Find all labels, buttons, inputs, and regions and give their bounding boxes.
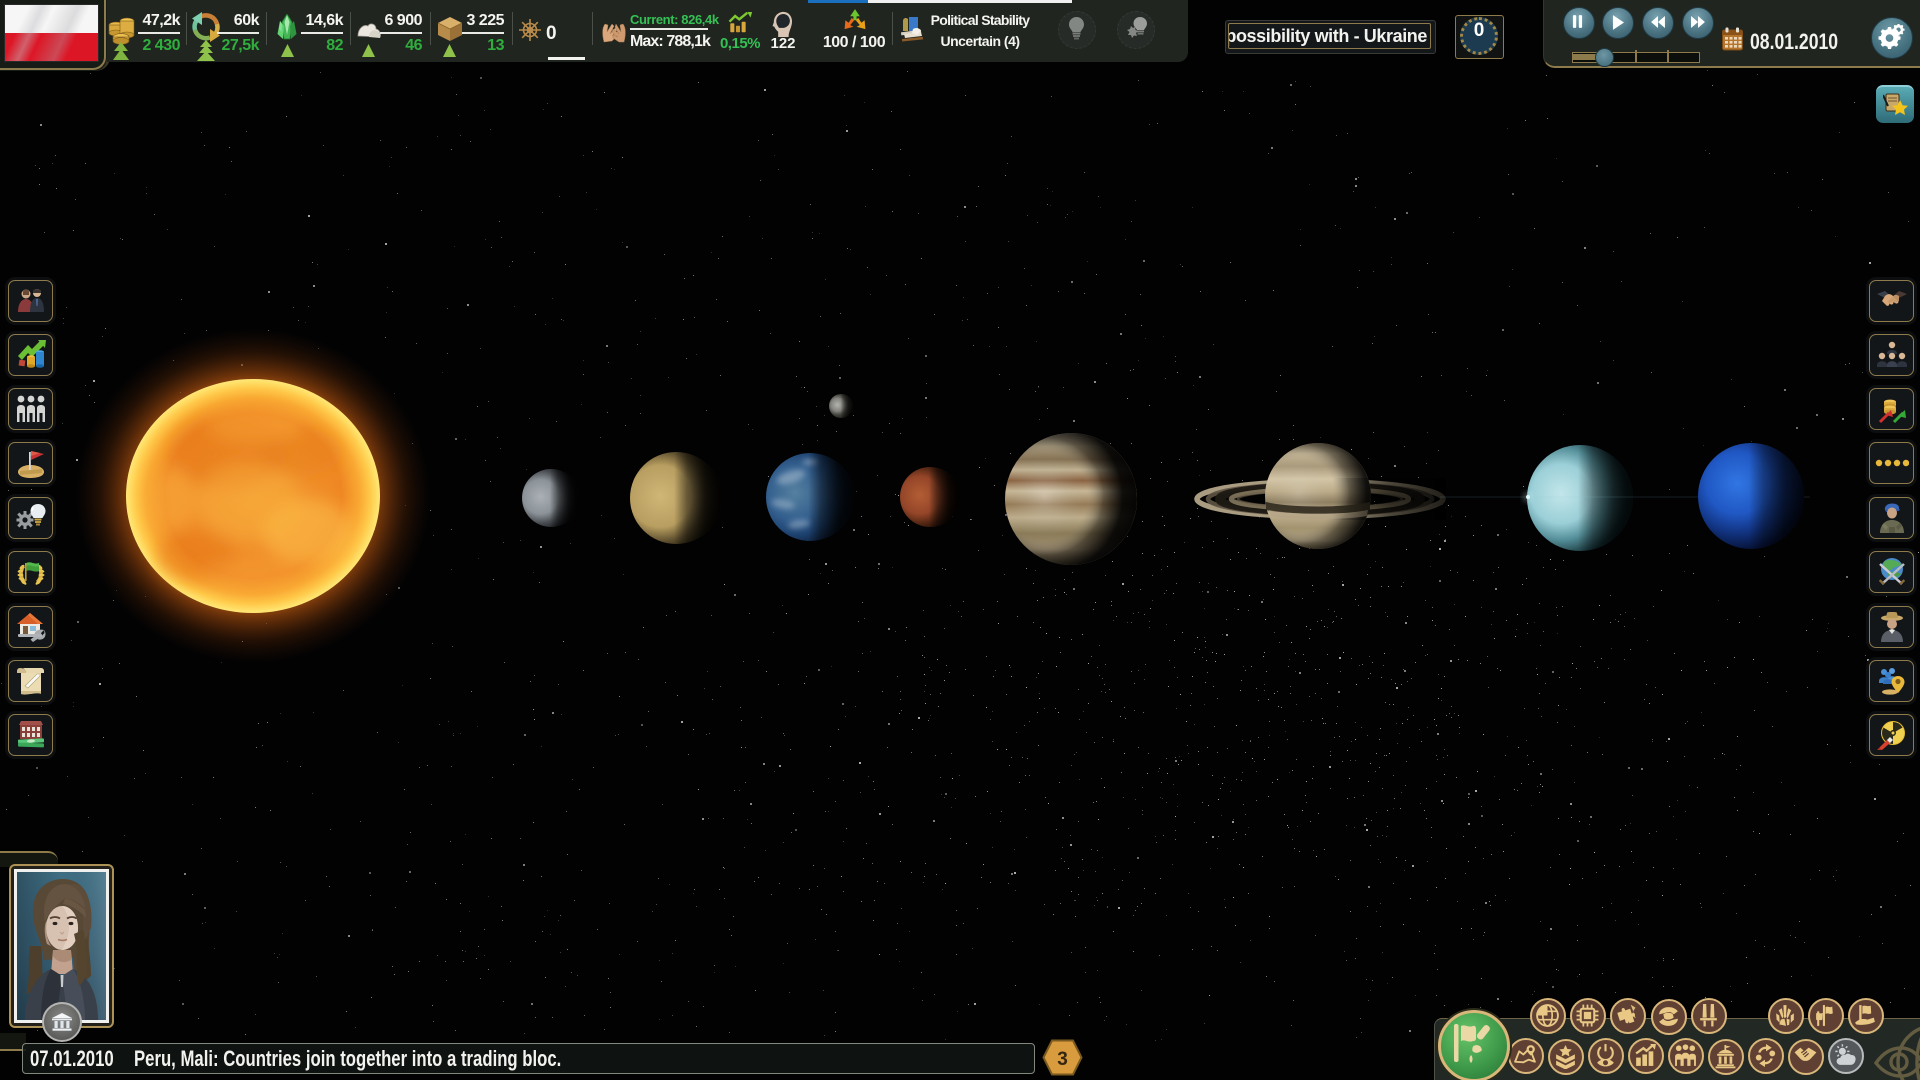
svg-text:3: 3 xyxy=(1057,1049,1068,1070)
